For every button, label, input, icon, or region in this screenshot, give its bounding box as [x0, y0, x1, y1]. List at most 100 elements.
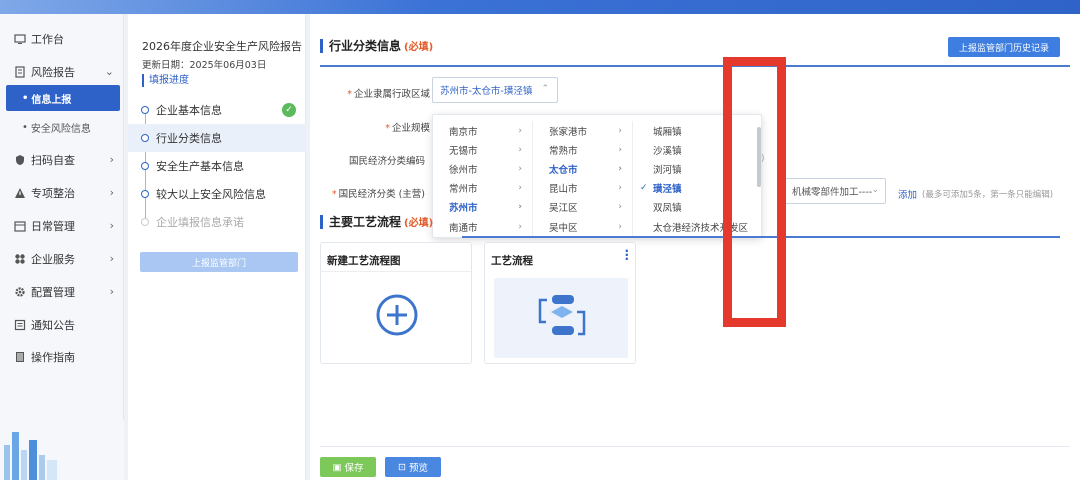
book-icon — [16, 352, 24, 362]
region-select[interactable]: 苏州市-太仓市-璜泾镇 ⌃ — [432, 77, 558, 103]
card-title: 新建工艺流程图 — [327, 255, 401, 267]
card-divider — [321, 271, 471, 272]
add-link[interactable]: 添加 — [898, 187, 917, 201]
cascader-option[interactable]: 吴江区 › — [533, 198, 632, 217]
save-label: 保存 — [344, 463, 364, 474]
sidebar-item-label: 扫码自查 — [31, 154, 75, 167]
step-industry-class[interactable]: 行业分类信息 — [128, 124, 306, 152]
bullet-icon: • — [22, 121, 28, 133]
preview-icon: ⊡ — [398, 461, 406, 473]
region-label: * 企业隶属行政区域 — [347, 89, 430, 100]
sidebar-subitem-info-report[interactable]: • 信息上报 — [6, 85, 120, 111]
chevron-down-icon: ⌄ — [871, 185, 879, 195]
sidebar-item-risk-report[interactable]: 风险报告 ⌄ — [0, 57, 124, 87]
process-card[interactable]: 工艺流程 · · · — [484, 242, 636, 364]
cascader-option[interactable]: 吴中区 › — [533, 217, 632, 236]
option-label: 徐州市 — [449, 164, 478, 176]
cascader-option[interactable]: 南通市 › — [433, 217, 532, 236]
step-label: 企业基本信息 — [156, 104, 222, 117]
cascader-option[interactable]: 常熟市 › — [533, 140, 632, 159]
sidebar-item-notice[interactable]: 通知公告 — [0, 310, 124, 340]
option-label: 城厢镇 — [653, 126, 682, 138]
shield-icon — [16, 155, 24, 165]
chevron-right-icon: › — [618, 221, 622, 232]
option-label: 太仓市 — [549, 164, 578, 176]
add-hint: (最多可添加5条，第一条只能编辑) — [922, 190, 1054, 200]
steps-panel: 2026年度企业安全生产风险报告 更新日期：2025年06月03日 填报进度 企… — [128, 14, 306, 480]
step-label: 企业填报信息承诺 — [156, 216, 244, 229]
chevron-right-icon: › — [518, 125, 522, 136]
sidebar-item-label: 工作台 — [31, 33, 64, 46]
report-title: 2026年度企业安全生产风险报告 — [142, 40, 302, 53]
step-label: 安全生产基本信息 — [156, 160, 244, 173]
sidebar-subitem-risk-info[interactable]: • 安全风险信息 — [6, 114, 120, 140]
sidebar-item-scan-check[interactable]: 扫码自查 › — [0, 145, 124, 175]
main-content: 行业分类信息 (必填) 上报监管部门历史记录 * 企业隶属行政区域 苏州市-太仓市-… — [310, 14, 1080, 480]
sidebar: 工作台 风险报告 ⌄ • 信息上报 • 安全风险信息 扫码自查 › 专项整治 › 日… — [0, 14, 124, 480]
check-icon: ✓ — [640, 183, 648, 194]
card-title: 工艺流程 — [491, 255, 533, 267]
preview-label: 预览 — [408, 463, 428, 474]
annotation-highlight-box — [723, 57, 786, 327]
save-button[interactable]: ▣ 保存 — [320, 457, 376, 477]
step-enterprise-basic[interactable]: 企业基本信息 ✓ — [128, 96, 306, 124]
top-banner — [0, 0, 1080, 14]
cascader-option[interactable]: 徐州市 › — [433, 159, 532, 178]
step-safety-basic[interactable]: 安全生产基本信息 — [128, 152, 306, 180]
sidebar-item-label: 专项整治 — [31, 187, 75, 200]
step-dot — [141, 134, 149, 142]
section-title-text: 主要工艺流程 — [329, 215, 402, 229]
update-date: 更新日期：2025年06月03日 — [142, 60, 267, 71]
option-label: 吴中区 — [549, 222, 578, 234]
cascader-option[interactable]: 无锡市 › — [433, 140, 532, 159]
option-label: 吴江区 — [549, 203, 578, 215]
econ-class-value: 机械零部件加工---- — [792, 187, 873, 198]
sidebar-item-label: 操作指南 — [31, 351, 75, 364]
scale-label: * 企业规模 — [385, 123, 430, 134]
option-label: 常熟市 — [549, 145, 578, 157]
econ-class-select[interactable]: 机械零部件加工---- ⌄ — [784, 178, 886, 204]
cascader-option-selected[interactable]: 苏州市 › — [433, 198, 532, 217]
gear-icon — [15, 287, 25, 297]
submit-history-button[interactable]: 上报监管部门历史记录 — [948, 37, 1060, 57]
option-label: 浏河镇 — [653, 164, 682, 176]
chevron-right-icon: › — [109, 219, 114, 232]
cascader-option[interactable]: 昆山市 › — [533, 179, 632, 198]
sidebar-subitem-label: 信息上报 — [31, 94, 72, 106]
sidebar-item-label: 风险报告 — [31, 66, 75, 79]
monitor-icon — [14, 34, 26, 44]
new-process-card[interactable]: 新建工艺流程图 — [320, 242, 472, 364]
cascader-column-city: 南京市 › 无锡市 › 徐州市 › 常州市 › 苏州市 › 南通市 › — [433, 121, 533, 237]
option-label: 无锡市 — [449, 145, 478, 157]
cascader-option[interactable]: 张家港市 › — [533, 121, 632, 140]
sidebar-item-config-manage[interactable]: 配置管理 › — [0, 277, 124, 307]
option-label: 张家港市 — [549, 126, 588, 138]
chevron-right-icon: › — [518, 144, 522, 155]
sidebar-item-enterprise-service[interactable]: 企业服务 › — [0, 244, 124, 274]
chevron-right-icon: › — [109, 252, 114, 265]
sidebar-item-guide[interactable]: 操作指南 — [0, 342, 124, 372]
report-icon — [15, 66, 25, 78]
more-vertical-icon[interactable]: · · · — [624, 245, 629, 265]
cascader-option[interactable]: 南京市 › — [433, 121, 532, 140]
check-circle-icon: ✓ — [282, 103, 296, 117]
chevron-right-icon: › — [109, 285, 114, 298]
econ-main-label: * 国民经济分类 (主营) — [331, 189, 425, 200]
submit-to-regulator-button[interactable]: 上报监管部门 — [140, 252, 298, 272]
cascader-option[interactable]: 常州市 › — [433, 179, 532, 198]
step-major-risk[interactable]: 较大以上安全风险信息 — [128, 180, 306, 208]
preview-button[interactable]: ⊡ 预览 — [385, 457, 441, 477]
econ-main-label-text: 国民经济分类 (主营) — [338, 189, 425, 200]
step-label: 行业分类信息 — [156, 132, 222, 145]
sidebar-item-workbench[interactable]: 工作台 — [0, 24, 124, 54]
sidebar-item-daily-manage[interactable]: 日常管理 › — [0, 211, 124, 241]
plus-circle-icon[interactable] — [375, 293, 419, 337]
option-label: 南通市 — [449, 222, 478, 234]
process-thumbnail — [494, 278, 628, 358]
sidebar-item-special-rectify[interactable]: 专项整治 › — [0, 178, 124, 208]
option-label: 昆山市 — [549, 184, 578, 196]
section-title-text: 行业分类信息 — [329, 39, 402, 53]
notice-icon — [14, 319, 26, 331]
cascader-option-selected[interactable]: 太仓市 › — [533, 159, 632, 178]
chevron-right-icon: › — [618, 144, 622, 155]
